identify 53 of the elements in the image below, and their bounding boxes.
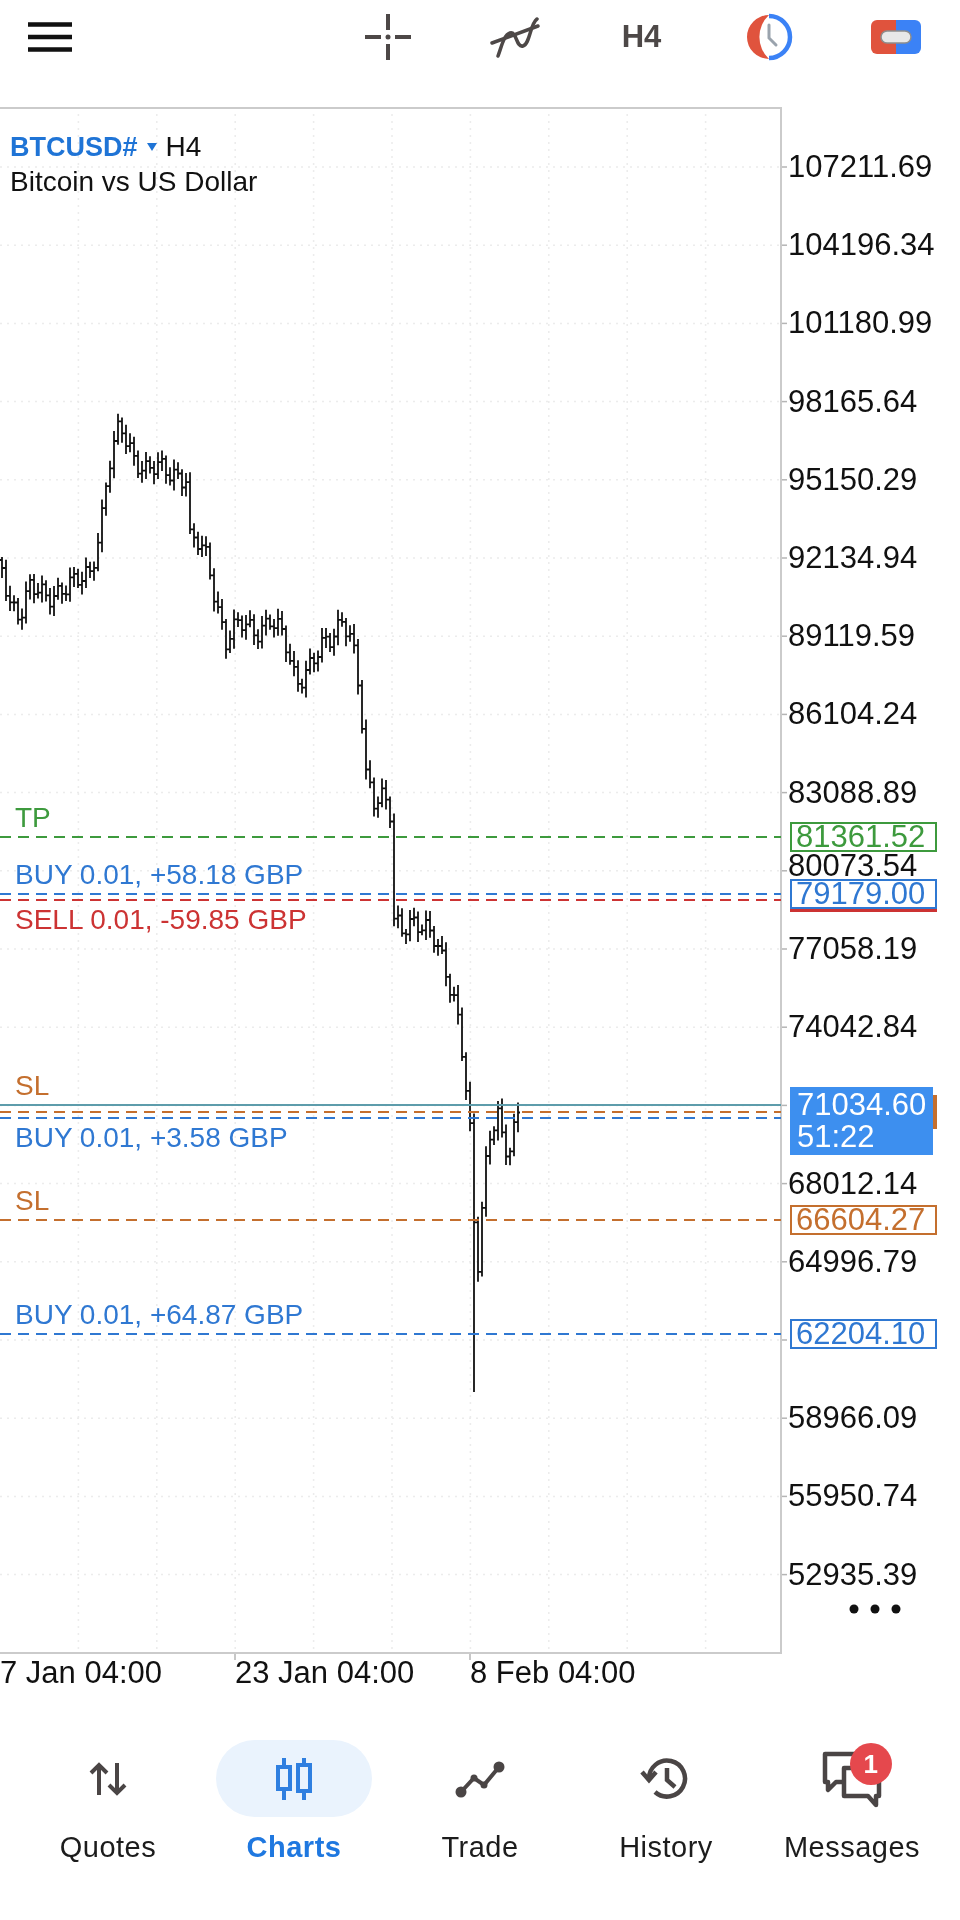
bar-countdown: 51:22 bbox=[797, 1121, 876, 1154]
level-label: BUY 0.01, +3.58 GBP bbox=[15, 1124, 288, 1153]
menu-icon[interactable] bbox=[28, 22, 72, 52]
level-label: BUY 0.01, +64.87 GBP bbox=[15, 1301, 304, 1330]
level-label: BUY 0.01, +58.18 GBP bbox=[15, 861, 304, 889]
toggle-icon[interactable] bbox=[870, 20, 921, 54]
chart-timeframe: H4 bbox=[165, 130, 202, 163]
crosshair-icon[interactable] bbox=[363, 13, 412, 61]
symbol-description: Bitcoin vs US Dollar bbox=[10, 165, 258, 198]
up-down-arrows-icon bbox=[88, 1760, 128, 1797]
more-icon[interactable] bbox=[849, 1604, 901, 1614]
nav-tab[interactable]: Trade bbox=[387, 1720, 573, 1920]
price-axis-label: 95150.29 bbox=[788, 467, 918, 492]
symbol-name[interactable]: BTCUSD# bbox=[10, 130, 138, 163]
price-axis-label: 101180.99 bbox=[788, 311, 933, 336]
price-axis-label: 58966.09 bbox=[788, 1406, 918, 1431]
price-axis-label: 77058.19 bbox=[788, 937, 918, 961]
price-tag: 79179.00 bbox=[790, 879, 937, 909]
price-axis-label: 107211.69 bbox=[788, 155, 933, 179]
price-axis-label: 55950.74 bbox=[788, 1484, 918, 1509]
price-axis-label: 52935.39 bbox=[788, 1562, 918, 1587]
price-axis-label: 98165.64 bbox=[788, 389, 918, 414]
nav-tab[interactable]: Charts bbox=[201, 1720, 387, 1920]
nav-tab[interactable]: History bbox=[573, 1720, 759, 1920]
price-tag: 81361.52 bbox=[790, 822, 937, 853]
notification-badge: 1 bbox=[850, 1743, 892, 1785]
price-axis-label: 104196.34 bbox=[788, 233, 935, 258]
time-axis-label: 23 Jan 04:00 bbox=[235, 1656, 415, 1690]
level-label: SL bbox=[15, 1072, 50, 1101]
price-tag: 66604.27 bbox=[790, 1205, 937, 1236]
price-axis-label: 74042.84 bbox=[788, 1015, 918, 1040]
dropdown-caret-icon[interactable] bbox=[146, 142, 157, 151]
price-axis-label: 89119.59 bbox=[788, 624, 915, 649]
price-axis-label: 64996.79 bbox=[788, 1249, 918, 1274]
level-label: SL bbox=[15, 1187, 50, 1216]
nav-tab[interactable]: 1 Messages bbox=[759, 1720, 945, 1920]
level-label: SELL 0.01, -59.85 GBP bbox=[15, 906, 307, 935]
price-axis-label: 83088.89 bbox=[788, 780, 918, 805]
price-axis-label: 86104.24 bbox=[788, 702, 918, 727]
time-axis-label: 7 Jan 04:00 bbox=[0, 1656, 163, 1690]
time-axis-label: 8 Feb 04:00 bbox=[470, 1656, 636, 1690]
level-label: TP bbox=[15, 804, 51, 833]
price-axis-label: 68012.14 bbox=[788, 1171, 918, 1196]
price-axis-label: 80073.54 bbox=[788, 854, 918, 878]
price-tag: 62204.10 bbox=[790, 1319, 937, 1350]
nav-tab[interactable]: Quotes bbox=[15, 1720, 201, 1920]
timeframe-button[interactable]: H4 bbox=[621, 20, 662, 54]
price-tag-edge bbox=[933, 1095, 937, 1130]
wave-icon[interactable] bbox=[489, 16, 540, 58]
candlestick-icon bbox=[274, 1756, 314, 1801]
price-axis-label: 92134.94 bbox=[788, 546, 918, 570]
current-price: 71034.60 bbox=[797, 1089, 928, 1122]
line-chart-icon bbox=[455, 1759, 505, 1798]
